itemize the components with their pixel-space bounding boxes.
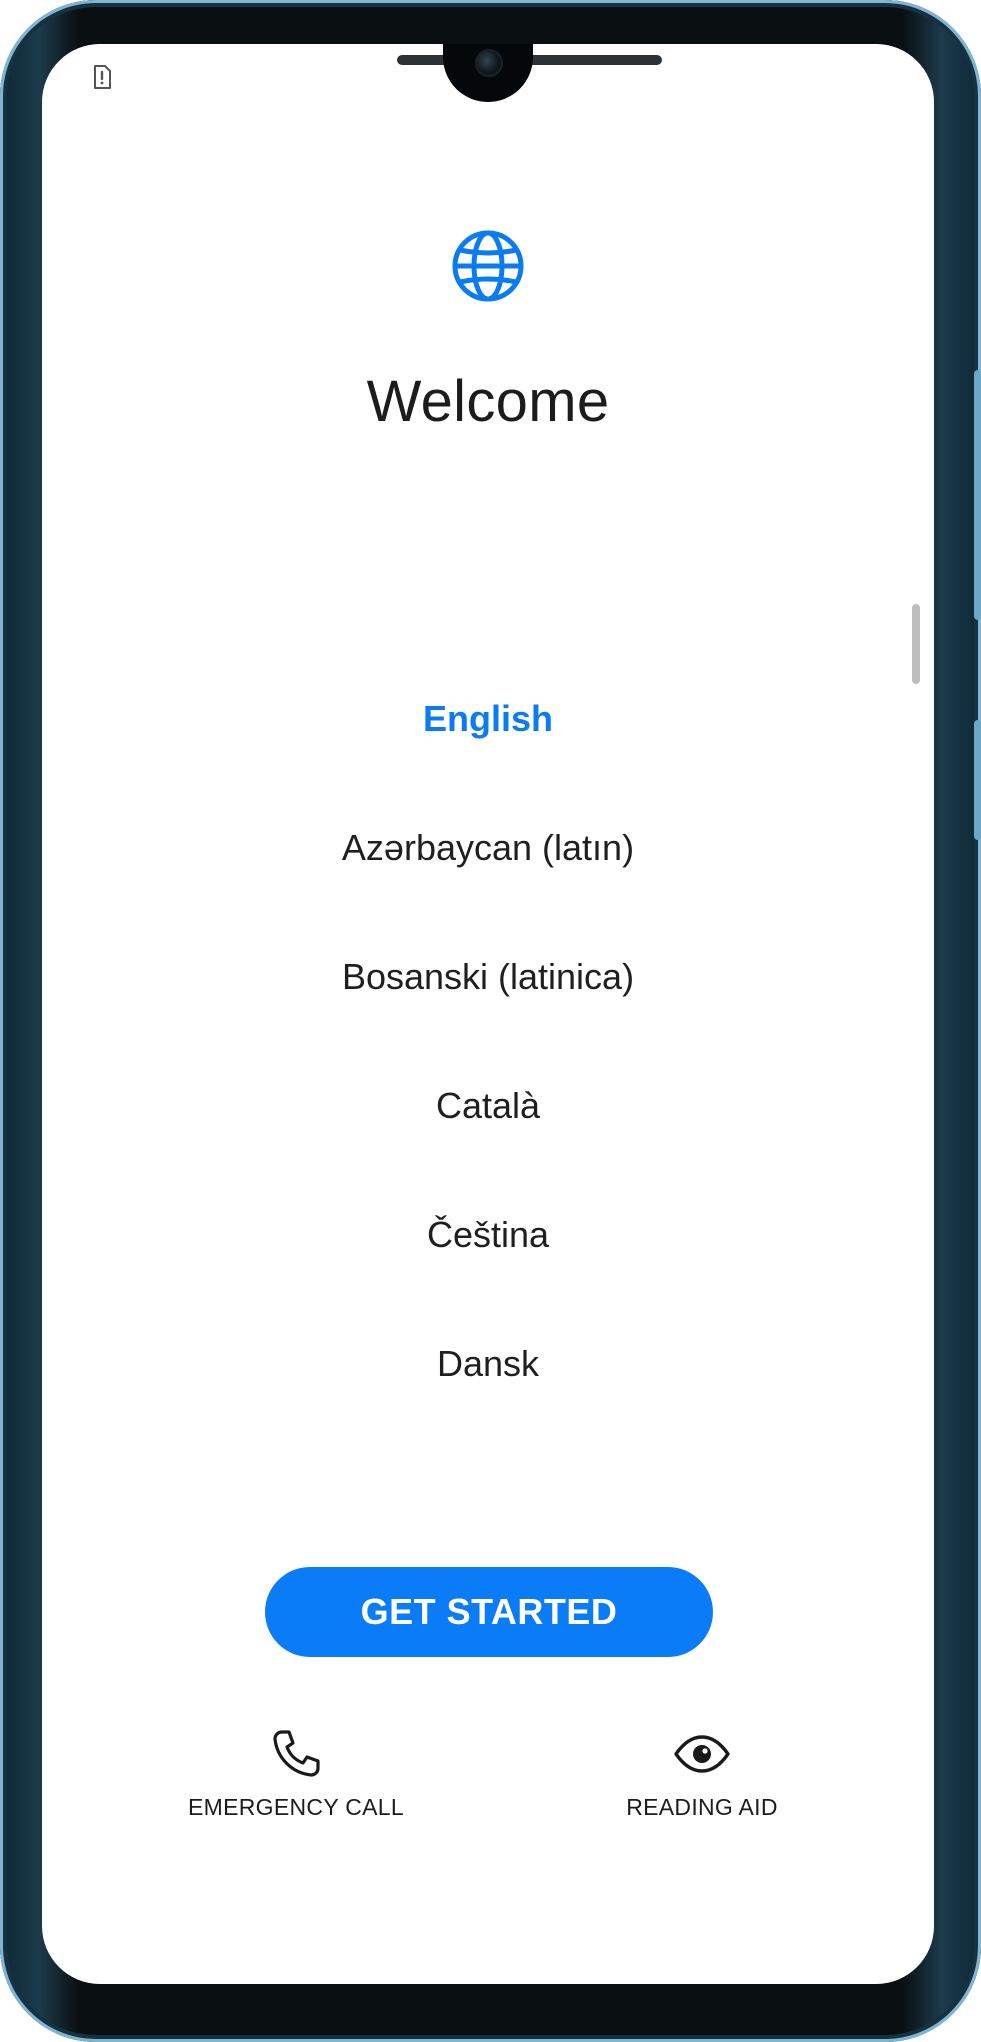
- globe-icon: [451, 229, 525, 303]
- eye-icon: [672, 1724, 732, 1784]
- page-title: Welcome: [366, 369, 610, 434]
- language-option-danish[interactable]: Dansk: [42, 1299, 934, 1428]
- language-option-czech[interactable]: Čeština: [42, 1170, 934, 1299]
- get-started-button[interactable]: GET STARTED: [265, 1567, 713, 1657]
- emergency-call-button[interactable]: EMERGENCY CALL: [166, 1724, 426, 1821]
- reading-aid-button[interactable]: READING AID: [582, 1724, 822, 1821]
- language-option-catalan[interactable]: Català: [42, 1041, 934, 1170]
- phone-frame: Welcome English Azərbaycan (latın) Bosan…: [0, 0, 981, 2042]
- volume-button: [974, 370, 981, 620]
- front-camera-icon: [475, 49, 503, 77]
- language-option-azerbaijani[interactable]: Azərbaycan (latın): [42, 783, 934, 912]
- emergency-call-label: EMERGENCY CALL: [188, 1794, 404, 1820]
- language-list-scrollbar[interactable]: [912, 604, 920, 684]
- power-button: [974, 720, 981, 840]
- sim-card-alert-icon: [90, 64, 114, 90]
- reading-aid-label: READING AID: [626, 1794, 778, 1820]
- camera-notch: [443, 44, 533, 102]
- language-option-english[interactable]: English: [42, 654, 934, 783]
- phone-icon: [266, 1724, 326, 1784]
- language-option-bosnian[interactable]: Bosanski (latinica): [42, 912, 934, 1041]
- language-list: English Azərbaycan (latın) Bosanski (lat…: [42, 654, 934, 1428]
- setup-screen: Welcome English Azərbaycan (latın) Bosan…: [42, 44, 934, 1984]
